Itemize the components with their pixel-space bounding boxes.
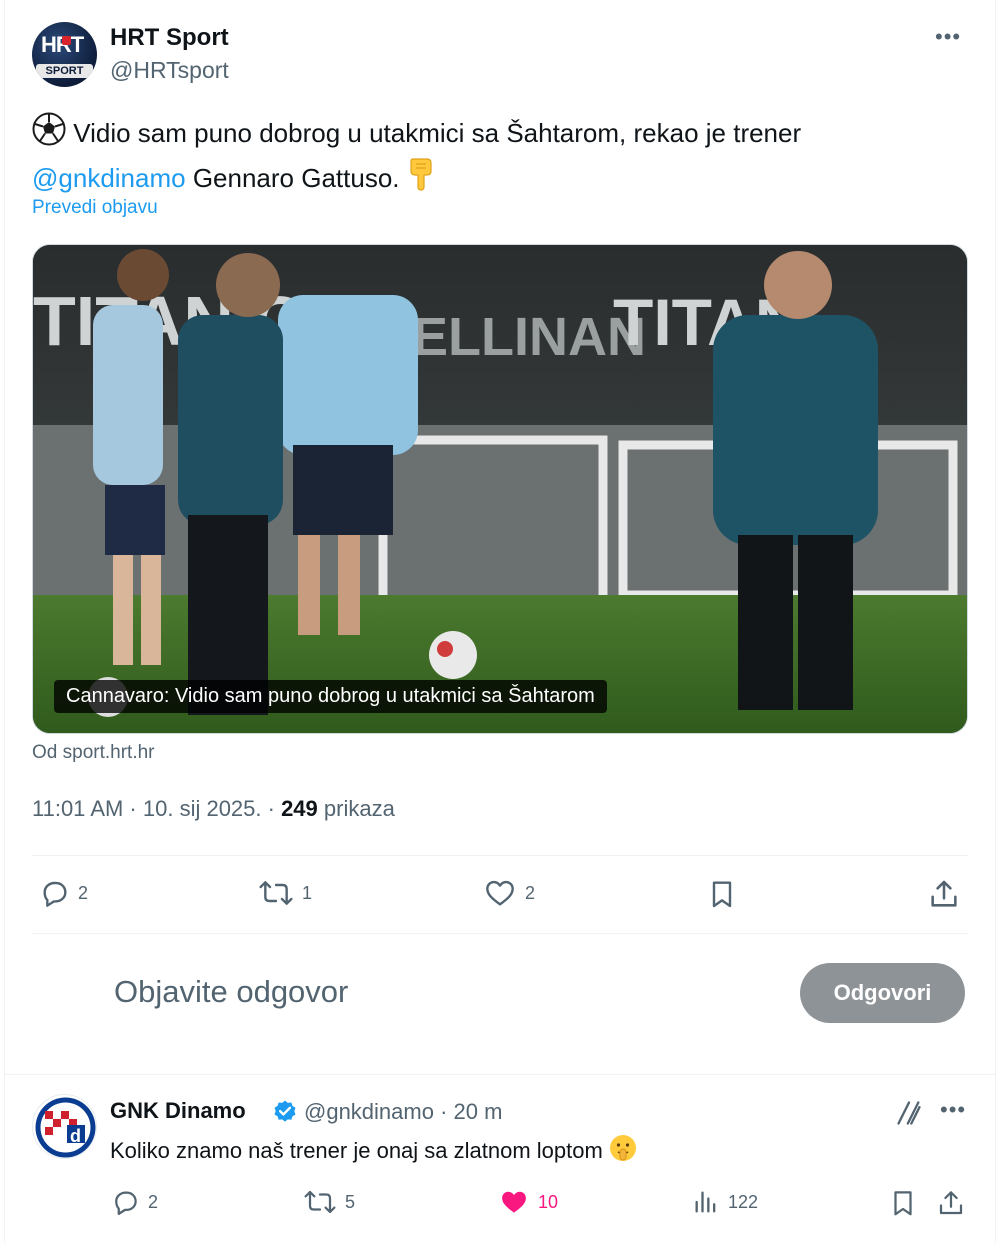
reply-submit-button[interactable]: Odgovori (800, 963, 965, 1023)
source-link[interactable]: Od sport.hrt.hr (32, 742, 155, 764)
svg-text:d: d (70, 1126, 81, 1146)
reply-tweet-like-count: 10 (538, 1191, 559, 1212)
views-icon (695, 1191, 716, 1213)
reply-author-name[interactable]: GNK Dinamo (110, 1098, 246, 1124)
reply-tweet-reply-button[interactable]: 2 (110, 1187, 158, 1217)
verified-badge-icon (272, 1099, 298, 1130)
avatar-logo-subtext: SPORT (36, 64, 93, 78)
tweet-text-part2: Gennaro Gattuso. (185, 163, 407, 193)
reply-tweet-views-count: 122 (728, 1191, 759, 1212)
repost-count: 1 (302, 882, 313, 903)
reply-button[interactable]: 2 (38, 877, 88, 909)
views-label: prikaza (317, 796, 395, 821)
like-button[interactable]: 2 (483, 877, 535, 909)
reply-timestamp[interactable]: · 20 m (434, 1099, 502, 1124)
bookmark-icon (712, 881, 732, 908)
shush-emoji-icon (609, 1134, 637, 1168)
reply-icon (43, 881, 67, 907)
divider (32, 855, 968, 856)
more-icon[interactable]: ••• (940, 1097, 966, 1123)
thread-separator (4, 1074, 996, 1075)
media-card[interactable]: TITANIC DELLINAN TITAN (32, 244, 968, 734)
reply-input[interactable]: Objavite odgovor (114, 974, 348, 1010)
avatar-logo-dot (62, 36, 71, 45)
gnk-dinamo-avatar[interactable]: d (32, 1094, 97, 1159)
reply-author-handle: @gnkdinamo · 20 m (304, 1099, 502, 1125)
reply-tweet-like-button[interactable]: 10 (498, 1187, 558, 1217)
author-name[interactable]: HRT Sport (110, 24, 229, 52)
share-icon (931, 880, 957, 907)
author-handle[interactable]: @HRTsport (110, 57, 229, 84)
reply-text-body: Koliko znamo naš trener je onaj sa zlatn… (110, 1138, 609, 1163)
soccer-ball-icon (32, 112, 66, 157)
reply-icon (115, 1191, 137, 1215)
tweet-text-part1: Vidio sam puno dobrog u utakmici sa Šaht… (66, 118, 802, 148)
reply-tweet-repost-button[interactable]: 5 (303, 1187, 355, 1217)
pointing-down-icon (407, 157, 435, 202)
reply-tweet-views-button[interactable]: 122 (692, 1187, 758, 1217)
repost-icon (304, 1190, 336, 1214)
media-caption: Cannavaro: Vidio sam puno dobrog u utakm… (54, 680, 607, 713)
reply-tweet-bookmark-button[interactable] (888, 1187, 918, 1219)
translate-link[interactable]: Prevedi objavu (32, 197, 158, 219)
more-icon[interactable]: ••• (935, 24, 961, 50)
reply-tweet-repost-count: 5 (345, 1191, 356, 1212)
tweet-meta: 11:01 AM · 10. sij 2025. · 249 prikaza (32, 796, 395, 822)
like-count: 2 (525, 882, 536, 903)
like-icon (502, 1191, 526, 1213)
views-count: 249 (281, 796, 318, 821)
mention-link[interactable]: @gnkdinamo (32, 163, 186, 193)
like-icon (486, 880, 514, 906)
bookmark-icon (894, 1191, 912, 1216)
reply-text: Koliko znamo naš trener je onaj sa zlatn… (110, 1134, 637, 1168)
tweet-timestamp[interactable]: 11:01 AM · 10. sij 2025. · (32, 796, 281, 821)
reply-handle-text[interactable]: @gnkdinamo (304, 1099, 434, 1124)
hrt-sport-avatar[interactable]: HRT SPORT (32, 22, 97, 87)
share-button[interactable] (927, 877, 961, 911)
share-icon (939, 1191, 963, 1215)
grok-icon[interactable] (895, 1099, 923, 1132)
repost-icon (259, 881, 293, 905)
repost-button[interactable]: 1 (258, 877, 312, 909)
reply-tweet-reply-count: 2 (148, 1191, 159, 1212)
dinamo-crest-icon: d (35, 1097, 96, 1158)
divider (32, 933, 968, 934)
media-image: TITANIC DELLINAN TITAN (33, 245, 967, 733)
reply-count: 2 (78, 882, 89, 903)
reply-tweet-share-button[interactable] (936, 1187, 966, 1219)
bookmark-button[interactable] (706, 877, 738, 911)
tweet-text: Vidio sam puno dobrog u utakmici sa Šaht… (32, 112, 952, 202)
